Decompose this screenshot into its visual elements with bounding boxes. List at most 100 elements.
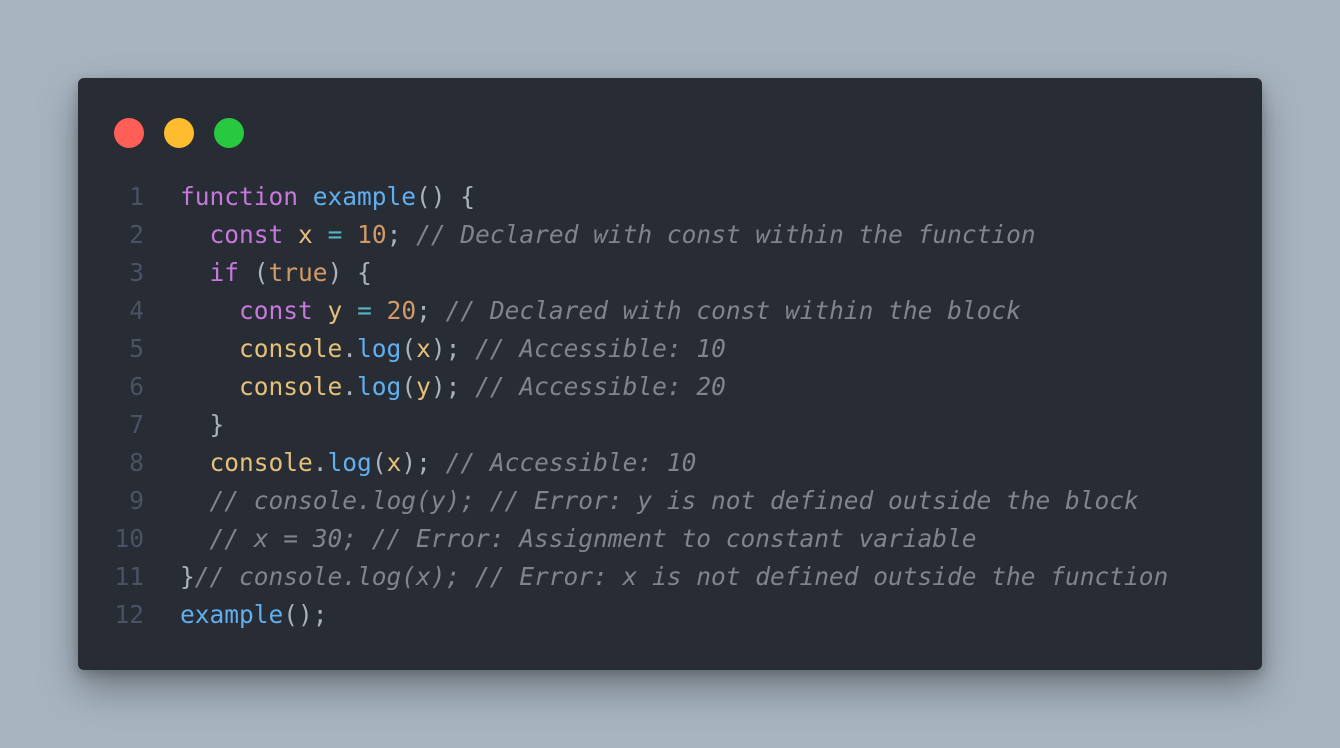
code-line: 10 // x = 30; // Error: Assignment to co…	[78, 520, 1262, 558]
code-token-comment: // Accessible: 20	[475, 372, 726, 401]
code-line: 9 // console.log(y); // Error: y is not …	[78, 482, 1262, 520]
code-token-plain: ;	[416, 296, 446, 325]
line-number: 7	[129, 410, 144, 439]
code-token-operator: =	[357, 296, 372, 325]
code-token-keyword: function	[180, 182, 299, 211]
code-token-plain: }	[180, 562, 195, 591]
code-token-variable: x	[386, 448, 402, 477]
code-text: // console.log(y); // Error: y is not de…	[144, 482, 1139, 520]
code-token-plain: .	[342, 372, 358, 401]
code-token-variable: y	[327, 296, 343, 325]
code-text: // x = 30; // Error: Assignment to const…	[144, 520, 977, 558]
code-token-variable: console	[239, 372, 343, 401]
code-text: console.log(y); // Accessible: 20	[144, 368, 726, 406]
code-line: 1 function example() {	[78, 178, 1262, 216]
code-line: 5 console.log(x); // Accessible: 10	[78, 330, 1262, 368]
code-token-number: true	[268, 258, 328, 287]
code-token-operator: =	[327, 220, 343, 249]
line-number: 4	[129, 296, 144, 325]
line-number: 11	[114, 562, 144, 591]
code-token-plain: (	[401, 334, 417, 363]
code-line: 2 const x = 10; // Declared with const w…	[78, 216, 1262, 254]
code-line: 7 }	[78, 406, 1262, 444]
code-token-comment: // console.log(x); // Error: x is not de…	[194, 562, 1169, 591]
code-token-plain: (	[401, 372, 417, 401]
code-token-plain: }	[180, 410, 225, 439]
code-token-plain: );	[430, 334, 476, 363]
code-token-function: log	[327, 448, 372, 477]
line-number: 1	[129, 182, 144, 211]
code-token-number: 20	[386, 296, 417, 325]
code-line: 8 console.log(x); // Accessible: 10	[78, 444, 1262, 482]
code-token-plain: );	[430, 372, 476, 401]
code-token-plain: .	[312, 448, 328, 477]
code-token-plain: ();	[283, 600, 328, 629]
code-token-variable: console	[209, 448, 313, 477]
code-token-plain: () {	[416, 182, 476, 211]
window-controls	[114, 118, 244, 148]
code-token-plain: (	[239, 258, 269, 287]
code-token-plain: );	[401, 448, 446, 477]
code-line: 11}// console.log(x); // Error: x is not…	[78, 558, 1262, 596]
code-line: 6 console.log(y); // Accessible: 20	[78, 368, 1262, 406]
code-token-variable: x	[416, 334, 431, 363]
code-line: 12 example();	[78, 596, 1262, 634]
code-token-comment: // Accessible: 10	[445, 448, 697, 477]
line-number: 5	[129, 334, 144, 363]
code-token-keyword: if	[209, 258, 240, 287]
code-token-comment: // x = 30; // Error: Assignment to const…	[209, 524, 977, 553]
code-text: if (true) {	[144, 254, 372, 292]
line-number: 3	[129, 258, 144, 287]
code-token-function: log	[357, 372, 402, 401]
code-window: 1 function example() {2 const x = 10; // …	[78, 78, 1262, 670]
code-token-number: 10	[357, 220, 387, 249]
code-text: function example() {	[144, 178, 475, 216]
code-token-comment: // console.log(y); // Error: y is not de…	[209, 486, 1139, 515]
minimize-dot-icon[interactable]	[164, 118, 194, 148]
line-number: 6	[129, 372, 144, 401]
code-text: }	[144, 406, 225, 444]
close-dot-icon[interactable]	[114, 118, 144, 148]
code-token-function: example	[180, 600, 284, 629]
line-number: 2	[129, 220, 144, 249]
code-token-comment: // Declared with const within the functi…	[416, 220, 1036, 249]
code-block: 1 function example() {2 const x = 10; // …	[78, 178, 1262, 634]
code-token-plain: ;	[386, 220, 417, 249]
line-number: 9	[129, 486, 144, 515]
code-token-plain: .	[342, 334, 358, 363]
line-number: 12	[114, 600, 144, 629]
code-line: 4 const y = 20; // Declared with const w…	[78, 292, 1262, 330]
code-token-plain: ) {	[327, 258, 372, 287]
maximize-dot-icon[interactable]	[214, 118, 244, 148]
code-text: const y = 20; // Declared with const wit…	[144, 292, 1021, 330]
code-token-keyword: const	[239, 296, 313, 325]
code-token-variable: x	[298, 220, 313, 249]
code-text: const x = 10; // Declared with const wit…	[144, 216, 1036, 254]
code-token-comment: // Declared with const within the block	[445, 296, 1021, 325]
code-token-variable: console	[239, 334, 343, 363]
code-line: 3 if (true) {	[78, 254, 1262, 292]
code-token-function: example	[312, 182, 417, 211]
code-text: }// console.log(x); // Error: x is not d…	[144, 558, 1168, 596]
code-token-keyword: const	[209, 220, 284, 249]
code-token-function: log	[357, 334, 402, 363]
code-token-comment: // Accessible: 10	[475, 334, 726, 363]
code-token-plain: (	[371, 448, 387, 477]
code-token-variable: y	[416, 372, 431, 401]
code-text: console.log(x); // Accessible: 10	[144, 330, 726, 368]
